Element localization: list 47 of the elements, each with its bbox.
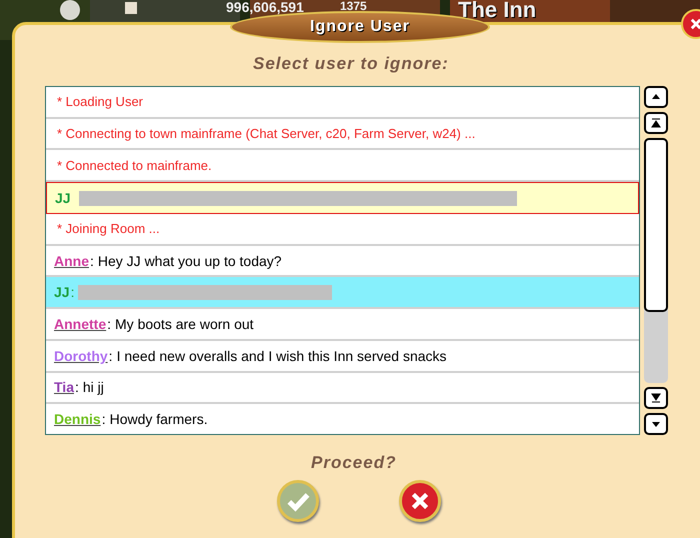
confirm-button[interactable]: [277, 480, 319, 522]
chat-message: Hey JJ what you up to today?: [98, 252, 282, 269]
separator-text: :: [74, 379, 79, 396]
user-name[interactable]: JJ: [55, 190, 71, 206]
cancel-button[interactable]: [399, 480, 441, 522]
down-triangle-icon: [651, 419, 661, 429]
chat-row[interactable]: Tia: hi jj: [46, 372, 639, 404]
scroll-bottom-button[interactable]: [644, 387, 668, 409]
chat-row[interactable]: * Connecting to town mainframe (Chat Server, c20, Farm Server, w24) ...: [46, 118, 639, 150]
chat-message: Howdy farmers.: [110, 411, 208, 428]
level-count: 1375: [340, 0, 367, 13]
chat-row[interactable]: Annette: My boots are worn out: [46, 309, 639, 341]
chat-row[interactable]: Dorothy: I need new overalls and I wish this Inn served snacks: [46, 340, 639, 373]
chat-row[interactable]: Dennis: Howdy farmers.: [46, 404, 639, 434]
separator-text: :: [107, 316, 112, 332]
system-message: * Connected to mainframe.: [56, 158, 212, 173]
scroll-down-button[interactable]: [644, 413, 668, 435]
user-name[interactable]: Anne: [54, 252, 89, 269]
chat-row[interactable]: * Joining Room ...: [46, 214, 639, 246]
chat-row[interactable]: JJ:: [46, 277, 639, 310]
user-name[interactable]: Dennis: [54, 411, 101, 428]
prompt-text: Select user to ignore:: [253, 54, 450, 74]
chat-message: I need new overalls and I wish this Inn served snacks: [116, 348, 447, 364]
chat-row[interactable]: JJ: [46, 182, 639, 214]
proceed-text: Proceed?: [311, 453, 398, 473]
chat-message: hi jj: [82, 379, 104, 396]
system-message: * Loading User: [56, 94, 143, 110]
separator-text: :: [102, 411, 106, 428]
scroll-top-button[interactable]: [644, 112, 668, 134]
separator-text: :: [108, 348, 113, 364]
separator-text: :: [70, 284, 74, 300]
scroll-bottom-icon: [651, 393, 661, 403]
scroll-top-icon: [651, 118, 661, 128]
scrollbar-thumb[interactable]: [644, 138, 668, 312]
user-name[interactable]: JJ: [54, 284, 70, 300]
up-triangle-icon: [651, 92, 661, 102]
close-icon: [689, 17, 700, 31]
user-name[interactable]: Annette: [54, 316, 106, 332]
chat-row[interactable]: * Loading User: [46, 87, 639, 119]
scroll-up-button[interactable]: [644, 86, 668, 108]
close-icon: [409, 490, 431, 512]
separator-text: :: [90, 252, 94, 269]
user-name[interactable]: Dorothy: [54, 348, 108, 364]
system-message: * Connecting to town mainframe (Chat Server, c20, Farm Server, w24) ...: [56, 126, 476, 142]
user-name[interactable]: Tia: [54, 379, 74, 396]
chat-message: My boots are worn out: [115, 316, 254, 332]
system-message: * Joining Room ...: [56, 221, 160, 236]
